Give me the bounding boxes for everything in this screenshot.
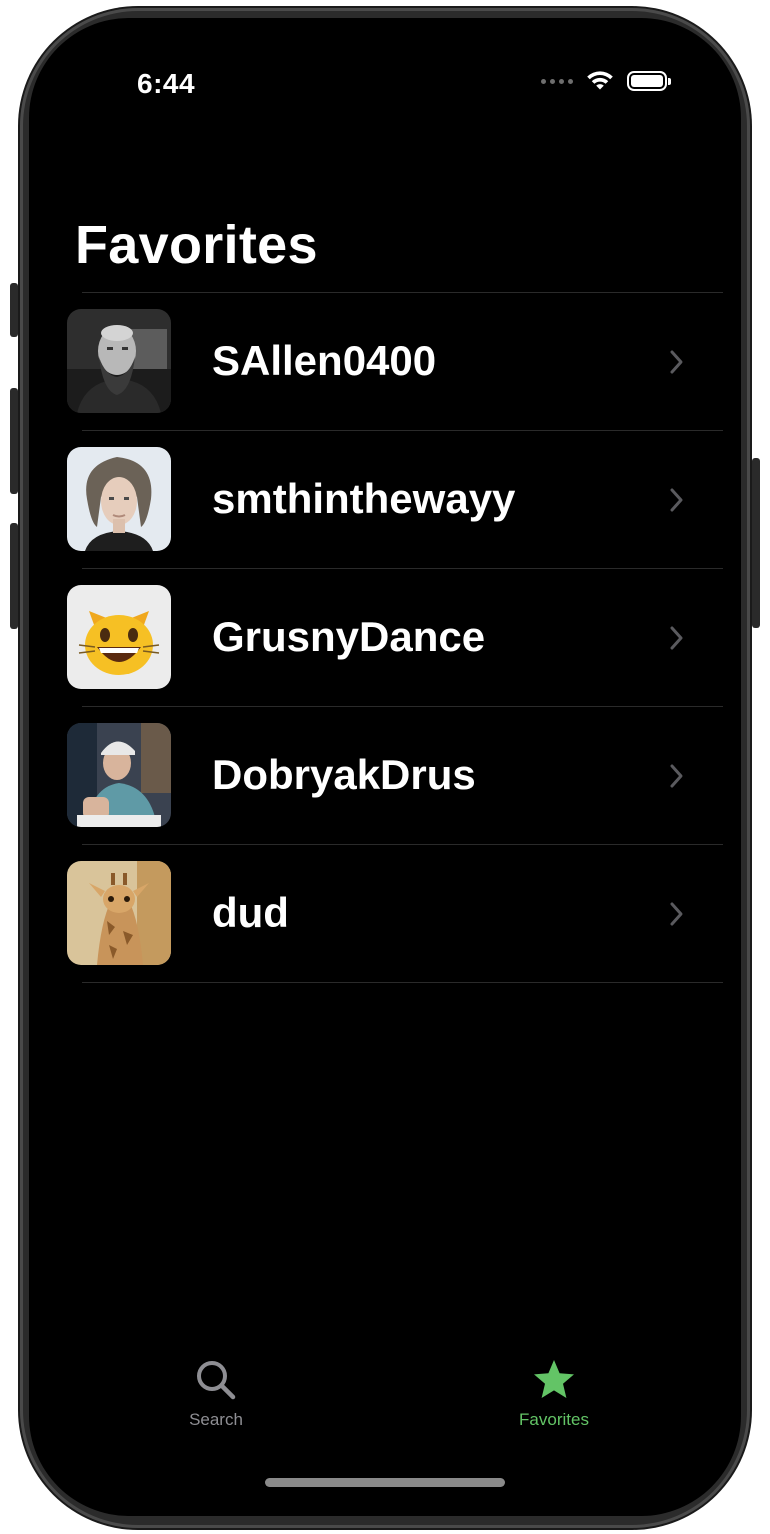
list-item[interactable]: DobryakDrus xyxy=(29,707,741,845)
tab-search[interactable]: Search xyxy=(136,1358,296,1430)
power-button xyxy=(752,458,760,628)
star-icon xyxy=(534,1360,574,1398)
favorites-list: SAllen0400 smthinthewayy GrusnyDance Dob… xyxy=(29,293,741,983)
tab-search-label: Search xyxy=(189,1410,243,1429)
username: smthinthewayy xyxy=(212,475,516,522)
status-indicators xyxy=(541,70,671,92)
page-title: Favorites xyxy=(75,215,318,275)
battery-full-icon xyxy=(627,71,671,91)
silent-switch xyxy=(10,283,18,337)
avatar xyxy=(67,447,171,551)
home-indicator xyxy=(265,1478,505,1487)
tab-favorites-label: Favorites xyxy=(519,1410,589,1429)
username: DobryakDrus xyxy=(212,751,476,798)
chevron-right-icon xyxy=(670,902,683,926)
chevron-right-icon xyxy=(670,350,683,374)
cellular-signal-icon xyxy=(541,78,573,84)
list-item[interactable]: SAllen0400 xyxy=(29,293,741,431)
wifi-icon xyxy=(587,71,613,90)
chevron-right-icon xyxy=(670,626,683,650)
list-item[interactable]: dud xyxy=(29,845,741,983)
username: dud xyxy=(212,889,289,936)
list-item[interactable]: GrusnyDance xyxy=(29,569,741,707)
volume-down-button xyxy=(10,523,18,629)
username: SAllen0400 xyxy=(212,337,437,384)
avatar xyxy=(67,585,171,689)
tab-favorites[interactable]: Favorites xyxy=(474,1358,634,1430)
magnifier-icon xyxy=(197,1361,236,1400)
username: GrusnyDance xyxy=(212,613,486,660)
tab-bar: Search Favorites xyxy=(29,1358,741,1448)
row-divider xyxy=(82,982,723,983)
chevron-right-icon xyxy=(670,764,683,788)
avatar xyxy=(67,723,171,827)
status-time: 6:44 xyxy=(137,68,196,99)
volume-up-button xyxy=(10,388,18,494)
avatar xyxy=(67,861,171,965)
chevron-right-icon xyxy=(670,488,683,512)
avatar xyxy=(67,309,171,413)
app-screen: 6:44 Favorites SAllen0400 smthinthewayy … xyxy=(29,18,741,1516)
list-item[interactable]: smthinthewayy xyxy=(29,431,741,569)
